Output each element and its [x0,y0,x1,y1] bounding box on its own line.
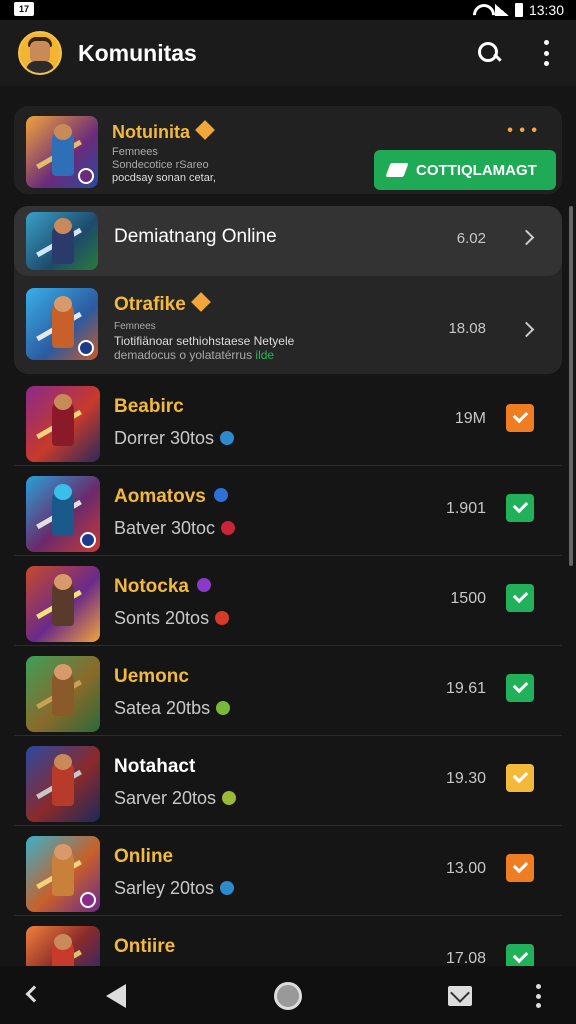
item-thumbnail [26,566,100,642]
item-thumbnail [26,476,100,552]
scrollbar[interactable] [569,206,573,566]
item-size: 1.901 [445,500,486,517]
installed-check-button[interactable] [506,494,534,522]
item-title: Online [114,846,174,867]
item-size: 1500 [450,590,486,607]
heart-icon [221,521,236,535]
installed-check-button[interactable] [506,674,534,702]
item-subtitle: Sonts 20tos [114,608,230,629]
item-title: Ontiire [114,936,176,957]
installed-check-button[interactable] [506,944,534,966]
status-bar: 17 13:30 [0,0,576,20]
featured-cta-button[interactable]: COTTIQLAMAGT [374,150,556,190]
list-item[interactable]: Ontiire 17.08 [14,916,562,966]
item-thumbnail [26,836,100,912]
notification-badge: 17 [14,2,34,16]
home-icon[interactable] [274,982,302,1010]
gem-icon [196,578,211,592]
item-size: 13.00 [445,860,486,877]
installed-check-button[interactable] [506,584,534,612]
back-triangle-icon[interactable] [106,984,126,1008]
mail-icon[interactable] [448,986,472,1006]
download-button[interactable] [506,404,534,432]
item-title: Notocka [114,576,211,598]
signal-icon [494,4,509,16]
item-thumbnail [26,386,100,462]
more-options-icon[interactable] [536,984,542,1008]
system-nav-bar [0,966,576,1024]
item-title: Demiatnang Online [114,226,277,247]
list-item[interactable]: Notocka Sonts 20tos 1500 [14,556,562,646]
search-icon[interactable] [476,40,502,66]
item-thumbnail [26,656,100,732]
avatar[interactable] [18,31,62,75]
item-subtitle: Batver 30toc [114,518,236,539]
list-item[interactable]: Online Sarley 20tos 13.00 [14,826,562,916]
chevron-right-icon [518,229,535,246]
item-size: 19M [454,410,486,427]
item-thumbnail [26,926,100,966]
item-size: 19.30 [445,770,486,787]
highlight-item-1[interactable]: Demiatnang Online 6.02 [14,206,562,276]
globe-icon [220,881,235,895]
clock: 13:30 [528,2,564,18]
list-item[interactable]: Aomatovs Batver 30toc 1.901 [14,466,562,556]
battery-icon [514,3,523,17]
featured-card[interactable]: Notuinita Femnees Sondecotice rSareo poc… [14,106,562,194]
item-subtitle: Sarver 20tos [114,788,237,809]
featured-menu-dots[interactable]: • • • [507,122,538,140]
shield-icon [213,488,228,502]
download-button[interactable] [506,764,534,792]
status-icons: 13:30 [473,0,564,20]
item-value: 18.08 [448,320,486,337]
item-subtitle: Sarley 20tos [114,878,235,899]
flame-icon [190,292,211,312]
featured-description: Femnees Sondecotice rSareo pocdsay sonan… [112,146,216,184]
list-item[interactable]: Notahact Sarver 20tos 19.30 [14,736,562,826]
item-subtitle: Dorrer 30tos [114,428,235,449]
item-title: Aomatovs [114,486,228,508]
item-thumbnail [26,212,98,270]
chevron-right-icon [518,321,535,338]
item-title: Beabirc [114,396,184,417]
page-title: Komunitas [78,39,197,66]
item-title: Otrafike [114,292,211,316]
list-item[interactable]: Beabirc Dorrer 30tos 19M [14,376,562,466]
item-value: 6.02 [456,230,486,247]
heart-icon [215,611,230,625]
leaf-icon [216,701,231,715]
flame-icon [195,120,215,140]
wifi-icon [473,4,489,16]
item-description: Femnees Tiotifiänoar sethiohstaese Netye… [114,321,295,362]
item-thumbnail [26,746,100,822]
item-size: 19.61 [445,680,486,697]
back-icon[interactable] [25,985,43,1003]
item-thumbnail [26,288,98,360]
app-bar: Komunitas [0,20,576,86]
more-options-icon[interactable] [542,40,550,66]
leaf-icon [222,791,237,805]
download-button[interactable] [506,854,534,882]
highlight-item-2[interactable]: Otrafike Femnees Tiotifiänoar sethiohsta… [14,282,562,374]
globe-icon [220,431,235,445]
tag-icon [385,163,409,177]
item-title: Notahact [114,756,196,777]
highlight-group: Demiatnang Online 6.02 Otrafike Femnees … [14,206,562,374]
item-subtitle: Satea 20tbs [114,698,231,719]
list-item[interactable]: Uemonc Satea 20tbs 19.61 [14,646,562,736]
featured-title: Notuinita [112,120,215,143]
featured-thumbnail [26,116,98,188]
item-title: Uemonc [114,666,189,687]
item-size: 17.08 [445,950,486,966]
